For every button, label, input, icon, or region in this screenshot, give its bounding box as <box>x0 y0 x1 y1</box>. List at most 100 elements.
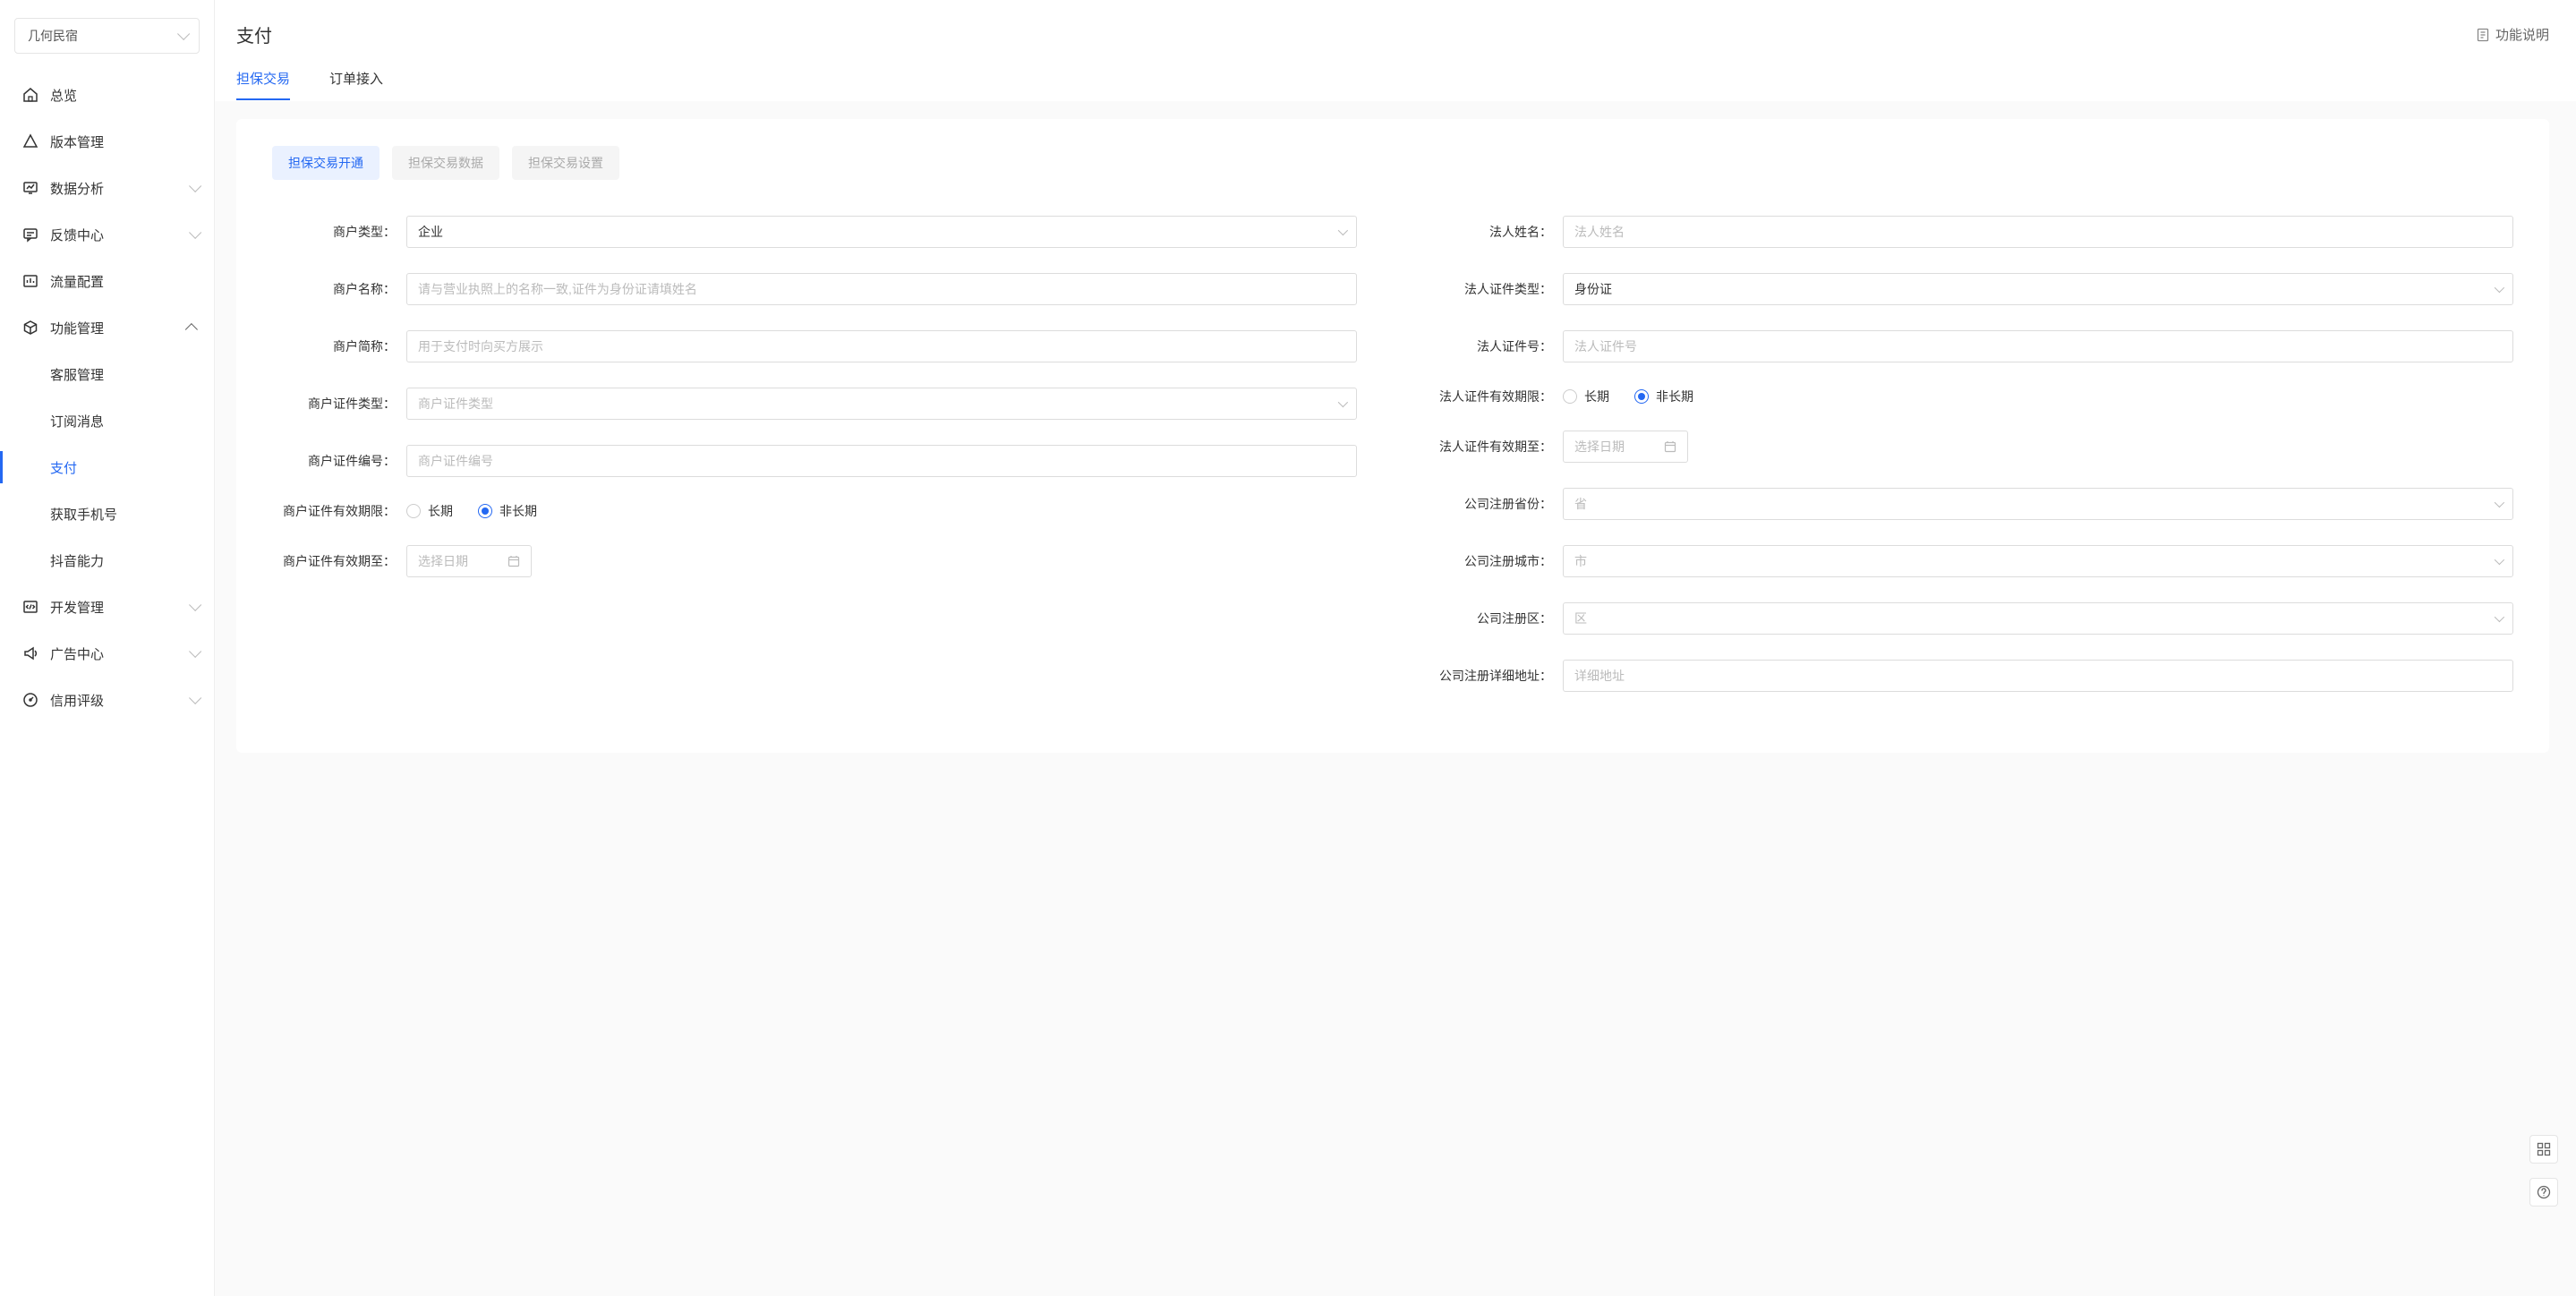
label-merchant-cert-no: 商户证件编号： <box>272 452 406 470</box>
input-merchant-short[interactable] <box>406 330 1357 362</box>
tab[interactable]: 订单接入 <box>329 69 383 100</box>
select-merchant-type[interactable]: 企业 <box>406 216 1357 248</box>
nav-item-chart[interactable]: 数据分析 <box>0 165 214 211</box>
cube-icon <box>21 319 39 337</box>
floating-buttons <box>2529 1135 2558 1206</box>
input-address[interactable] <box>1563 660 2513 692</box>
question-icon <box>2537 1185 2551 1199</box>
tabs: 担保交易 订单接入 <box>236 69 2549 101</box>
nav-item-traffic[interactable]: 流量配置 <box>0 258 214 304</box>
chevron-down-icon <box>2495 612 2504 622</box>
seg-tab[interactable]: 担保交易开通 <box>272 146 380 180</box>
nav-item-home[interactable]: 总览 <box>0 72 214 118</box>
chevron-down-icon <box>189 692 201 704</box>
label-merchant-name: 商户名称： <box>272 280 406 298</box>
radio-legal-long-term[interactable]: 长期 <box>1563 388 1609 405</box>
traffic-icon <box>21 272 39 290</box>
input-legal-cert-no[interactable] <box>1563 330 2513 362</box>
chevron-down-icon <box>189 226 201 239</box>
input-merchant-cert-no[interactable] <box>406 445 1357 477</box>
gauge-icon <box>21 691 39 709</box>
form-col-right: 法人姓名： 法人证件类型： 身份证 <box>1429 216 2513 717</box>
header: 支付 功能说明 担保交易 订单接入 <box>215 0 2576 101</box>
help-button[interactable] <box>2529 1178 2558 1206</box>
select-city[interactable]: 市 <box>1563 545 2513 577</box>
calendar-icon <box>508 555 520 567</box>
help-label: 功能说明 <box>2495 25 2549 44</box>
chevron-down-icon <box>189 645 201 658</box>
select-province[interactable]: 省 <box>1563 488 2513 520</box>
app-selector-label: 几何民宿 <box>28 27 78 45</box>
feedback-icon <box>21 226 39 243</box>
nav-label: 广告中心 <box>50 644 189 663</box>
chevron-down-icon <box>2495 555 2504 565</box>
select-merchant-cert-type[interactable]: 商户证件类型 <box>406 388 1357 420</box>
nav-label: 信用评级 <box>50 691 189 710</box>
chevron-down-icon <box>1338 226 1348 235</box>
nav-item-code[interactable]: 开发管理 <box>0 584 214 630</box>
radio-long-term[interactable]: 长期 <box>406 502 453 520</box>
nav-label: 开发管理 <box>50 598 189 617</box>
nav-item-feedback[interactable]: 反馈中心 <box>0 211 214 258</box>
sub-item[interactable]: 订阅消息 <box>0 397 214 444</box>
chevron-down-icon <box>2495 283 2504 293</box>
label-merchant-cert-type: 商户证件类型： <box>272 395 406 413</box>
megaphone-icon <box>21 644 39 662</box>
sub-item[interactable]: 客服管理 <box>0 351 214 397</box>
seg-tab[interactable]: 担保交易设置 <box>512 146 619 180</box>
radio-legal-not-long-term[interactable]: 非长期 <box>1634 388 1693 405</box>
page-title: 支付 <box>236 21 272 47</box>
date-merchant-cert-expiry[interactable]: 选择日期 <box>406 545 532 577</box>
label-merchant-short: 商户简称： <box>272 337 406 355</box>
input-merchant-name[interactable] <box>406 273 1357 305</box>
nav-item-version[interactable]: 版本管理 <box>0 118 214 165</box>
main: 支付 功能说明 担保交易 订单接入 担保交易开通担保交易数据担保交易设置 <box>215 0 2576 1296</box>
calendar-icon <box>1664 440 1676 453</box>
code-icon <box>21 598 39 616</box>
select-legal-cert-type[interactable]: 身份证 <box>1563 273 2513 305</box>
label-address: 公司注册详细地址： <box>1429 667 1563 685</box>
chevron-down-icon <box>2495 498 2504 507</box>
nav-item-cube[interactable]: 功能管理 <box>0 304 214 351</box>
sub-item[interactable]: 抖音能力 <box>0 537 214 584</box>
sidebar: 几何民宿 总览版本管理数据分析反馈中心流量配置功能管理客服管理订阅消息支付获取手… <box>0 0 215 1296</box>
content: 担保交易开通担保交易数据担保交易设置 商户类型： 企业 <box>215 101 2576 1296</box>
label-city: 公司注册城市： <box>1429 552 1563 570</box>
chevron-down-icon <box>177 28 190 40</box>
chevron-down-icon <box>189 599 201 611</box>
chevron-down-icon <box>1338 397 1348 407</box>
input-legal-name[interactable] <box>1563 216 2513 248</box>
label-legal-cert-no: 法人证件号： <box>1429 337 1563 355</box>
nav-label: 数据分析 <box>50 179 189 198</box>
nav-label: 反馈中心 <box>50 226 189 244</box>
radio-not-long-term[interactable]: 非长期 <box>478 502 537 520</box>
nav-label: 总览 <box>50 86 198 105</box>
seg-tabs: 担保交易开通担保交易数据担保交易设置 <box>272 146 2513 180</box>
qr-button[interactable] <box>2529 1135 2558 1164</box>
date-legal-cert-expiry[interactable]: 选择日期 <box>1563 431 1688 463</box>
qr-icon <box>2537 1142 2551 1156</box>
tab[interactable]: 担保交易 <box>236 69 290 100</box>
label-legal-name: 法人姓名： <box>1429 223 1563 241</box>
app-selector[interactable]: 几何民宿 <box>14 18 200 54</box>
nav-label: 功能管理 <box>50 319 189 337</box>
label-merchant-cert-expiry: 商户证件有效期至： <box>272 552 406 570</box>
select-district[interactable]: 区 <box>1563 602 2513 635</box>
chart-icon <box>21 179 39 197</box>
home-icon <box>21 86 39 104</box>
nav-item-gauge[interactable]: 信用评级 <box>0 677 214 723</box>
nav-label: 版本管理 <box>50 132 198 151</box>
sub-item[interactable]: 支付 <box>0 444 214 490</box>
seg-tab[interactable]: 担保交易数据 <box>392 146 499 180</box>
nav-item-megaphone[interactable]: 广告中心 <box>0 630 214 677</box>
nav: 总览版本管理数据分析反馈中心流量配置功能管理客服管理订阅消息支付获取手机号抖音能… <box>0 72 214 723</box>
help-link[interactable]: 功能说明 <box>2476 25 2549 44</box>
panel: 担保交易开通担保交易数据担保交易设置 商户类型： 企业 <box>236 119 2549 753</box>
doc-icon <box>2476 28 2490 42</box>
label-legal-cert-type: 法人证件类型： <box>1429 280 1563 298</box>
radio-merchant-cert-valid: 长期 非长期 <box>406 502 1357 520</box>
sub-item[interactable]: 获取手机号 <box>0 490 214 537</box>
nav-label: 流量配置 <box>50 272 198 291</box>
chevron-down-icon <box>189 180 201 192</box>
radio-legal-cert-valid: 长期 非长期 <box>1563 388 2513 405</box>
